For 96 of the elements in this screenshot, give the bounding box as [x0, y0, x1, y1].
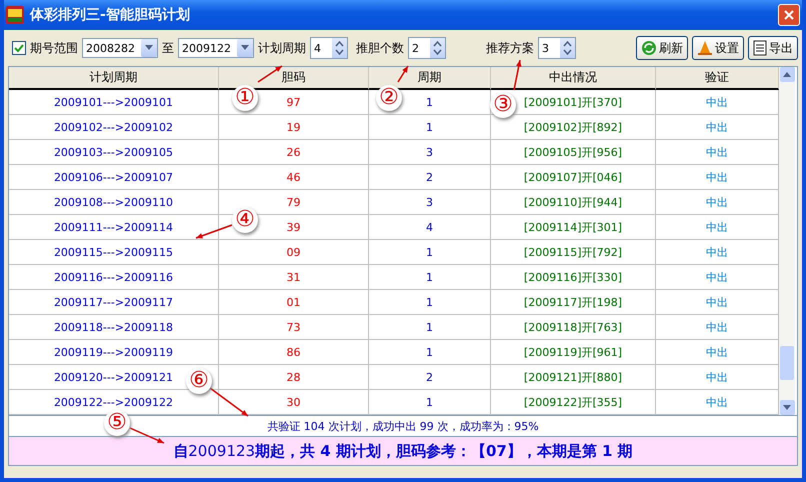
cycle-cell: 1 — [369, 240, 491, 265]
document-icon — [753, 40, 767, 56]
period-cell: 2009108--->2009110 — [9, 190, 219, 215]
range-label: 期号范围 — [30, 40, 78, 56]
code-cell: 46 — [219, 165, 369, 190]
code-cell: 30 — [219, 390, 369, 415]
code-cell: 01 — [219, 290, 369, 315]
verify-cell: 中出 — [656, 315, 779, 340]
scroll-up-icon[interactable] — [783, 72, 791, 78]
period-cell: 2009103--->2009105 — [9, 140, 219, 165]
annotation-arrow — [513, 60, 522, 90]
range-checkbox[interactable] — [12, 41, 26, 55]
caret-icon — [241, 45, 249, 51]
result-cell: [2009122]开[355] — [491, 390, 656, 415]
result-cell: [2009117]开[198] — [491, 290, 656, 315]
close-button[interactable] — [778, 4, 800, 26]
cycle-cell: 1 — [369, 390, 491, 415]
verify-cell: 中出 — [656, 290, 779, 315]
annotation-arrow — [258, 65, 282, 83]
verify-cell: 中出 — [656, 190, 779, 215]
code-cell: 31 — [219, 265, 369, 290]
verify-cell: 中出 — [656, 365, 779, 390]
app-icon — [6, 6, 24, 24]
verify-cell: 中出 — [656, 240, 779, 265]
code-cell: 28 — [219, 365, 369, 390]
verify-cell: 中出 — [656, 215, 779, 240]
window-title: 体彩排列三-智能胆码计划 — [30, 6, 191, 24]
annotation-arrow — [210, 387, 248, 417]
spinner-label: 推胆个数 — [356, 40, 404, 56]
period-cell: 2009116--->2009116 — [9, 265, 219, 290]
cycle-cell: 4 — [369, 215, 491, 240]
plan-text: 自2009123期起，共 4 期计划，胆码参考：【07】，本期是第 1 期 — [173, 442, 633, 460]
column-header[interactable]: 计划周期 — [9, 67, 219, 90]
annotation-arrow — [397, 66, 409, 82]
code-cell: 19 — [219, 115, 369, 140]
caret-icon — [145, 45, 153, 51]
verify-cell: 中出 — [656, 140, 779, 165]
result-cell: [2009110]开[944] — [491, 190, 656, 215]
cycle-cell: 3 — [369, 140, 491, 165]
verify-cell: 中出 — [656, 90, 779, 115]
verify-cell: 中出 — [656, 115, 779, 140]
result-cell: [2009102]开[892] — [491, 115, 656, 140]
cycle-cell: 1 — [369, 265, 491, 290]
result-cell: [2009105]开[956] — [491, 140, 656, 165]
code-cell: 86 — [219, 340, 369, 365]
period-cell: 2009111--->2009114 — [9, 215, 219, 240]
result-cell: [2009114]开[301] — [491, 215, 656, 240]
column-header[interactable]: 验证 — [656, 67, 779, 90]
spinner-field[interactable]: 3 — [538, 37, 576, 59]
result-cell: [2009118]开[763] — [491, 315, 656, 340]
spinner-field[interactable]: 2 — [408, 37, 446, 59]
period-cell: 2009117--->2009117 — [9, 290, 219, 315]
period-cell: 2009118--->2009118 — [9, 315, 219, 340]
spinner-label: 推荐方案 — [486, 40, 534, 56]
to-label: 至 — [162, 40, 174, 56]
settings-button[interactable]: 设置 — [692, 36, 744, 60]
cycle-cell: 2 — [369, 165, 491, 190]
code-cell: 73 — [219, 315, 369, 340]
summary-text: 共验证 104 次计划，成功中出 99 次，成功率为：95% — [267, 418, 539, 434]
close-icon — [783, 9, 795, 21]
cycle-cell: 1 — [369, 290, 491, 315]
period-cell: 2009101--->2009101 — [9, 90, 219, 115]
export-button[interactable]: 导出 — [748, 36, 798, 60]
result-cell: [2009119]开[961] — [491, 340, 656, 365]
spinner-label: 计划周期 — [258, 40, 306, 56]
verify-cell: 中出 — [656, 390, 779, 415]
cycle-cell: 1 — [369, 115, 491, 140]
refresh-icon — [641, 40, 657, 56]
period-cell: 2009119--->2009119 — [9, 340, 219, 365]
verify-cell: 中出 — [656, 340, 779, 365]
verify-cell: 中出 — [656, 265, 779, 290]
result-cell: [2009116]开[330] — [491, 265, 656, 290]
code-cell: 09 — [219, 240, 369, 265]
period-cell: 2009106--->2009107 — [9, 165, 219, 190]
column-header[interactable]: 中出情况 — [491, 67, 656, 90]
period-cell: 2009102--->2009102 — [9, 115, 219, 140]
period-cell: 2009115--->2009115 — [9, 240, 219, 265]
cycle-cell: 2 — [369, 365, 491, 390]
code-cell: 26 — [219, 140, 369, 165]
scrollbar[interactable] — [779, 67, 795, 415]
cycle-cell: 1 — [369, 315, 491, 340]
scroll-thumb[interactable] — [780, 346, 794, 380]
annotation-arrow — [196, 224, 232, 239]
refresh-button[interactable]: 刷新 — [636, 36, 688, 60]
cycle-cell: 1 — [369, 340, 491, 365]
cycle-cell: 3 — [369, 190, 491, 215]
verify-cell: 中出 — [656, 165, 779, 190]
from-combo[interactable]: 2008282 — [82, 38, 158, 58]
cone-icon — [697, 40, 713, 56]
result-cell: [2009121]开[880] — [491, 365, 656, 390]
result-cell: [2009115]开[792] — [491, 240, 656, 265]
to-combo[interactable]: 2009122 — [178, 38, 254, 58]
result-cell: [2009107]开[046] — [491, 165, 656, 190]
annotation-arrow — [130, 427, 164, 444]
scroll-down-icon[interactable] — [783, 404, 791, 410]
spinner-field[interactable]: 4 — [310, 37, 348, 59]
